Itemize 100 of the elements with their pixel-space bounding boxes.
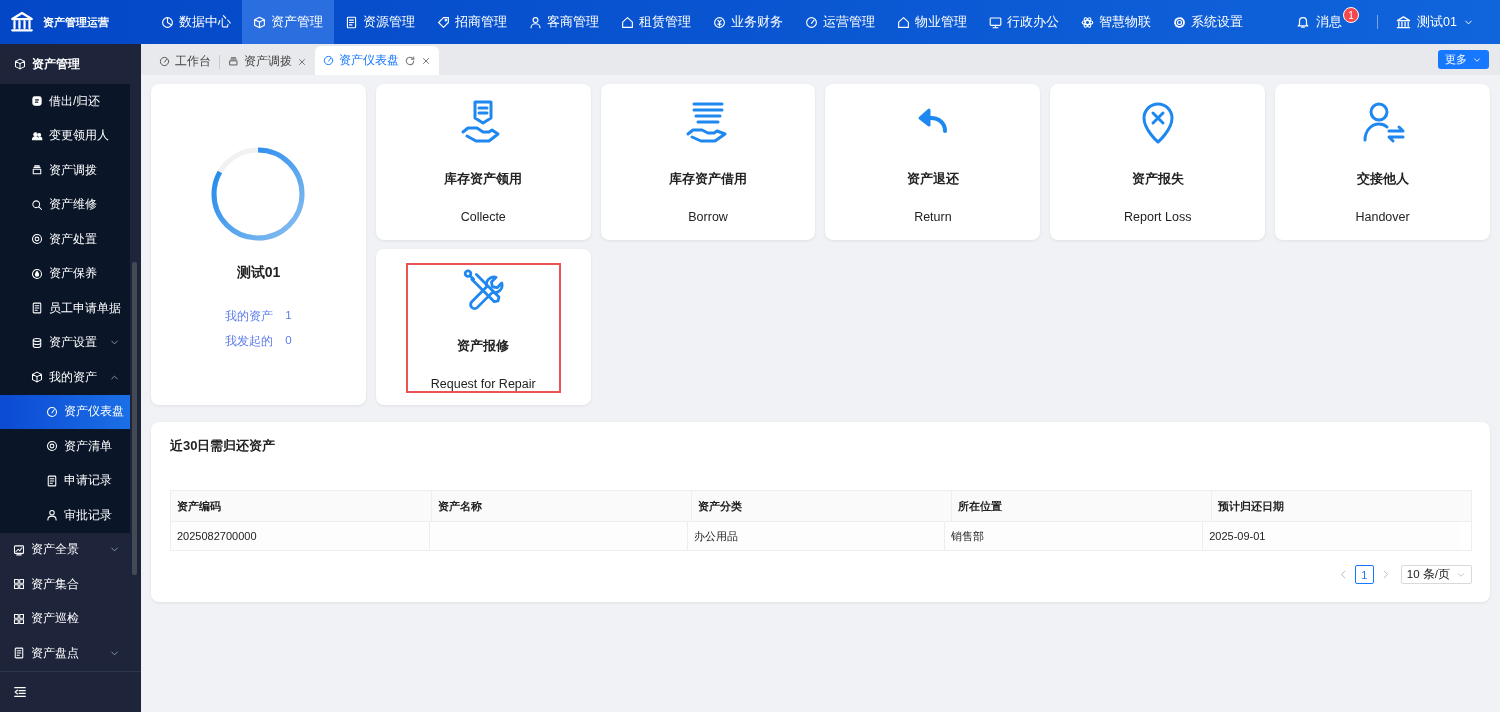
action-subtitle: Return xyxy=(914,210,952,224)
action-subtitle: Handover xyxy=(1355,210,1410,224)
stat-label: 我的资产 xyxy=(225,309,274,324)
nav-tab[interactable]: 客商管理 xyxy=(518,0,610,44)
menu-item[interactable]: 审批记录 xyxy=(0,498,130,533)
nav-tab[interactable]: 智慧物联 xyxy=(1070,0,1162,44)
menu-item[interactable]: 资产集合 xyxy=(0,567,130,602)
settings-icon xyxy=(1173,15,1186,29)
stack-icon xyxy=(31,164,43,177)
close-icon[interactable] xyxy=(421,55,431,66)
menu-fold-icon[interactable] xyxy=(13,684,27,699)
menu-item[interactable]: 资产调拨 xyxy=(0,153,130,188)
nav-tab[interactable]: 系统设置 xyxy=(1162,0,1254,44)
more-button[interactable]: 更多 xyxy=(1438,50,1489,69)
close-icon[interactable] xyxy=(297,56,307,67)
menu-item[interactable]: 资产清单 xyxy=(0,429,130,464)
messages-button[interactable]: 消息 xyxy=(1296,13,1343,31)
menu-item[interactable]: 资产巡检 xyxy=(0,601,130,636)
database-icon xyxy=(31,336,43,349)
tag-icon xyxy=(437,15,450,29)
grid-icon xyxy=(13,612,25,625)
house-icon xyxy=(621,15,634,29)
action-title: 库存资产领用 xyxy=(444,170,523,188)
menu-item[interactable]: 资产全景 xyxy=(0,532,130,567)
section-title: 近30日需归还资产 xyxy=(170,437,277,455)
action-card[interactable]: 资产报修 Request for Repair xyxy=(375,249,591,405)
action-subtitle: Request for Repair xyxy=(430,376,536,391)
menu-item[interactable]: 借出/归还 xyxy=(0,84,130,119)
nav-tab[interactable]: 租赁管理 xyxy=(610,0,702,44)
gauge-icon xyxy=(46,405,58,418)
house-icon xyxy=(897,15,910,29)
person-icon xyxy=(46,509,58,522)
menu-item[interactable]: 资产处置 xyxy=(0,222,130,257)
document-icon xyxy=(31,302,43,315)
cube-icon xyxy=(14,58,26,70)
menu-item[interactable]: 资产仪表盘 xyxy=(0,394,130,429)
refresh-icon[interactable] xyxy=(404,54,416,67)
menu-item[interactable]: 变更领用人 xyxy=(0,118,130,153)
atom-icon xyxy=(1081,15,1094,29)
drop-icon xyxy=(31,267,43,280)
action-card[interactable]: 交接他人 Handover xyxy=(1275,84,1490,240)
action-card[interactable]: 库存资产领用 Collecte xyxy=(375,84,591,240)
action-title: 资产报失 xyxy=(1131,170,1184,188)
menu-item[interactable]: 我的资产 xyxy=(0,360,130,395)
column-header: 所在位置 xyxy=(951,491,1211,521)
menu-item[interactable]: 资产盘点 xyxy=(0,636,130,671)
page-tab[interactable]: 资产调拨 xyxy=(220,48,315,75)
search-icon xyxy=(31,198,43,211)
gauge-icon xyxy=(805,15,818,29)
nav-tab[interactable]: 行政办公 xyxy=(978,0,1070,44)
menu-item[interactable]: 资产保养 xyxy=(0,256,130,291)
action-title: 资产退还 xyxy=(906,170,959,188)
page-tab[interactable]: 资产仪表盘 xyxy=(315,46,439,75)
card-icon xyxy=(31,95,43,108)
stat-value: 0 xyxy=(285,334,292,348)
document-icon xyxy=(46,474,58,487)
pie-chart-icon xyxy=(161,15,174,29)
action-subtitle: Borrow xyxy=(688,210,728,224)
stack-icon xyxy=(228,56,239,67)
nav-tab[interactable]: 业务财务 xyxy=(702,0,794,44)
column-header: 资产名称 xyxy=(431,491,691,521)
menu-item[interactable]: 资产管理 xyxy=(0,44,130,84)
menu-item[interactable]: 申请记录 xyxy=(0,463,130,498)
nav-tab[interactable]: 运营管理 xyxy=(794,0,886,44)
page-tab[interactable]: 工作台 xyxy=(151,48,219,75)
nav-tab[interactable]: 资产管理 xyxy=(242,0,334,44)
stat-value: 1 xyxy=(285,309,292,323)
action-title: 交接他人 xyxy=(1356,170,1409,188)
bell-icon xyxy=(1296,15,1311,29)
nav-tab[interactable]: 招商管理 xyxy=(426,0,518,44)
table-cell-text: 2025082700000 xyxy=(176,529,258,544)
menu-item[interactable]: 资产维修 xyxy=(0,187,130,222)
user-menu[interactable]: 测试01 xyxy=(1396,13,1474,31)
user-name: 测试01 xyxy=(236,264,281,282)
gauge-icon xyxy=(159,56,170,67)
action-title: 资产报修 xyxy=(457,336,510,355)
table-cell: 办公用品 xyxy=(686,522,945,550)
nav-tab[interactable]: 物业管理 xyxy=(886,0,978,44)
column-header: 资产分类 xyxy=(691,491,951,521)
nav-tab[interactable]: 数据中心 xyxy=(150,0,242,44)
action-card[interactable]: 资产退还 Return xyxy=(825,84,1041,240)
monitor-icon xyxy=(989,15,1002,29)
page-button[interactable]: 1 xyxy=(1354,565,1374,584)
cube-icon xyxy=(31,371,43,384)
cube-icon xyxy=(253,15,266,29)
circle-icon xyxy=(46,440,58,453)
menu-item[interactable]: 员工申请单据 xyxy=(0,291,130,326)
action-card[interactable]: 库存资产借用 Borrow xyxy=(600,84,816,240)
menu-item[interactable]: 资产设置 xyxy=(0,325,130,360)
column-header: 预计归还日期 xyxy=(1211,491,1471,521)
action-card[interactable]: 资产报失 Report Loss xyxy=(1050,84,1266,240)
action-subtitle: Report Loss xyxy=(1124,210,1192,224)
document-icon xyxy=(13,647,25,660)
nav-tab[interactable]: 资源管理 xyxy=(334,0,426,44)
circle-icon xyxy=(31,233,43,246)
page-size-select[interactable]: 10 条/页 xyxy=(1400,565,1472,584)
chart-icon xyxy=(13,543,25,556)
gauge-icon xyxy=(323,55,334,66)
app-title: 资产管理运营 xyxy=(43,14,109,30)
action-title: 库存资产借用 xyxy=(669,170,748,188)
